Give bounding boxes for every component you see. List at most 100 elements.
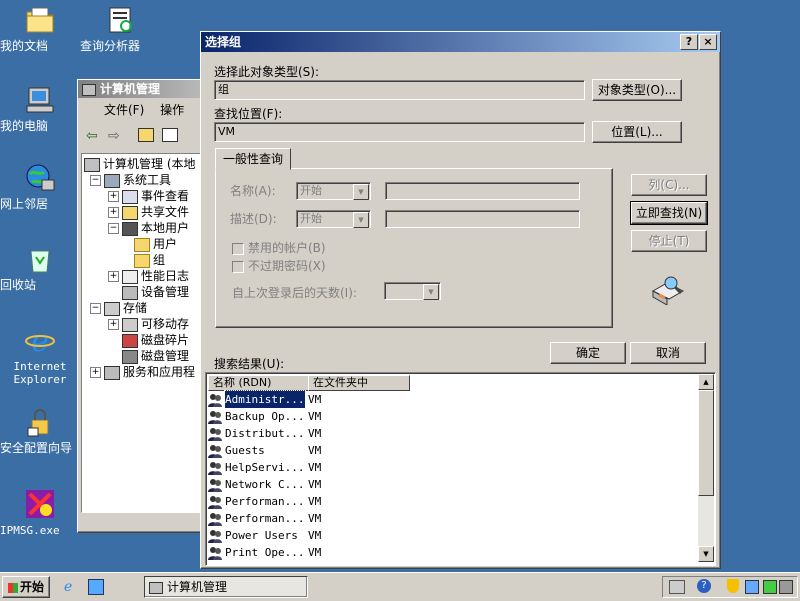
tree-item-disk-defragmenter[interactable]: 磁盘碎片 xyxy=(122,332,189,348)
network-tray-icon[interactable] xyxy=(669,580,685,594)
ok-button[interactable]: 确定 xyxy=(550,342,626,364)
desktop-icon-my-computer[interactable]: 我的电脑 xyxy=(0,84,80,133)
find-now-button[interactable]: 立即查找(N) xyxy=(630,201,708,225)
show-hide-tree-icon[interactable] xyxy=(162,128,178,142)
tree-item-computer-management[interactable]: 计算机管理 (本地 xyxy=(84,156,196,172)
tree-item-performance-logs[interactable]: + 性能日志 xyxy=(108,268,189,284)
help-tray-icon[interactable]: ? xyxy=(697,579,711,593)
tab-common-queries[interactable]: 一般性查询 xyxy=(215,148,291,170)
tree-item-removable-storage[interactable]: + 可移动存 xyxy=(108,316,189,332)
start-button[interactable]: 开始 xyxy=(2,576,50,598)
desktop-icon-security-wizard[interactable]: 安全配置向导 xyxy=(0,406,80,455)
table-row[interactable]: Guests VM xyxy=(208,442,321,459)
table-row[interactable]: Administr... VM xyxy=(208,390,321,409)
tree-item-storage[interactable]: − 存储 xyxy=(90,300,147,316)
columns-button[interactable]: 列(C)... xyxy=(631,174,707,196)
expand-icon[interactable]: + xyxy=(108,271,119,282)
mmc-title-bar[interactable]: 计算机管理 xyxy=(78,80,218,98)
expand-icon[interactable]: + xyxy=(90,367,101,378)
vertical-scrollbar[interactable]: ▲ ▼ xyxy=(698,374,714,562)
help-button[interactable]: ? xyxy=(680,34,698,50)
description-operator-select[interactable]: 开始 ▼ xyxy=(296,210,371,228)
description-value-field[interactable] xyxy=(385,210,580,228)
checkbox-box xyxy=(232,242,244,255)
group-name-cell: Administr... xyxy=(224,390,306,409)
column-header-folder[interactable]: 在文件夹中 xyxy=(308,375,410,391)
collapse-icon[interactable]: − xyxy=(90,303,101,314)
computer-management-icon xyxy=(84,157,100,172)
scroll-up-button[interactable]: ▲ xyxy=(698,374,714,390)
days-since-logon-select[interactable]: ▼ xyxy=(384,282,441,300)
object-types-button[interactable]: 对象类型(O)... xyxy=(592,79,682,101)
name-value-field[interactable] xyxy=(385,182,580,200)
group-folder-cell: VM xyxy=(308,461,322,474)
expand-icon[interactable]: + xyxy=(108,191,119,202)
folder-icon xyxy=(134,253,150,268)
tree-item-system-tools[interactable]: − 系统工具 xyxy=(90,172,171,188)
menu-action[interactable]: 操作 xyxy=(160,103,184,117)
tree-item-local-users[interactable]: − 本地用户 xyxy=(108,220,189,236)
quick-launch-ie-icon[interactable]: e xyxy=(64,579,72,595)
desktop-icon-recycle-bin[interactable]: 回收站 xyxy=(0,243,80,292)
non-expiring-password-checkbox[interactable]: 不过期密码(X) xyxy=(232,257,326,274)
up-folder-icon[interactable] xyxy=(138,128,154,142)
tree-item-shared-folders[interactable]: + 共享文件 xyxy=(108,204,189,220)
table-row[interactable]: Backup Op... VM xyxy=(208,408,321,425)
quick-launch-desktop-icon[interactable] xyxy=(88,579,104,595)
table-row[interactable]: Distribut... VM xyxy=(208,425,321,442)
select-group-dialog[interactable]: 选择组 ? × 选择此对象类型(S): 组 对象类型(O)... 查找位置(F)… xyxy=(200,31,721,569)
security-shield-icon[interactable] xyxy=(727,579,739,593)
group-icon xyxy=(208,410,222,424)
disabled-accounts-checkbox[interactable]: 禁用的帐户(B) xyxy=(232,239,326,256)
tree-item-device-manager[interactable]: 设备管理 xyxy=(122,284,189,300)
days-since-logon-label: 自上次登录后的天数(I): xyxy=(232,286,357,300)
scroll-thumb[interactable] xyxy=(698,390,714,496)
location-field: VM xyxy=(214,122,585,142)
table-row[interactable]: Network C... VM xyxy=(208,476,321,493)
table-row[interactable]: HelpServi... VM xyxy=(208,459,321,476)
forward-icon[interactable]: ⇨ xyxy=(108,128,120,144)
tree-item-services-apps[interactable]: + 服务和应用程 xyxy=(90,364,195,380)
expand-icon[interactable]: + xyxy=(108,207,119,218)
table-row[interactable]: Performan... VM xyxy=(208,493,321,510)
display-tray-icon[interactable] xyxy=(745,580,759,594)
group-name-cell: Network C... xyxy=(225,478,305,491)
scroll-down-button[interactable]: ▼ xyxy=(698,546,714,562)
desktop-icon-network[interactable]: 网上邻居 xyxy=(0,162,80,211)
locations-button[interactable]: 位置(L)... xyxy=(592,121,682,143)
sync-tray-icon[interactable] xyxy=(763,580,777,594)
name-operator-select[interactable]: 开始 ▼ xyxy=(296,182,371,200)
removable-storage-icon xyxy=(122,317,138,332)
collapse-icon[interactable]: − xyxy=(108,223,119,234)
taskbar-item-computer-management[interactable]: 计算机管理 xyxy=(144,576,308,598)
group-folder-cell: VM xyxy=(308,495,322,508)
table-row[interactable]: Print Ope... VM xyxy=(208,544,321,561)
desktop-icon-ipmsg[interactable]: IPMSG.exe xyxy=(0,488,80,537)
close-button[interactable]: × xyxy=(699,34,717,50)
storage-icon xyxy=(104,301,120,316)
checkbox-box xyxy=(232,260,244,273)
expand-icon[interactable]: + xyxy=(108,319,119,330)
table-row[interactable]: Performan... VM xyxy=(208,510,321,527)
event-viewer-icon xyxy=(122,189,138,204)
search-results-list[interactable]: 名称 (RDN) 在文件夹中 Administr... VM Backup Op..… xyxy=(205,372,716,566)
desktop-icon-query-analyzer[interactable]: 查询分析器 xyxy=(80,4,160,53)
tree-item-users[interactable]: 用户 xyxy=(134,236,177,252)
collapse-icon[interactable]: − xyxy=(90,175,101,186)
desktop-icon-internet-explorer[interactable]: e Internet Explorer xyxy=(0,324,80,386)
connection-tray-icon[interactable] xyxy=(779,580,793,594)
stop-button[interactable]: 停止(T) xyxy=(631,230,707,252)
group-name-cell: Distribut... xyxy=(225,427,305,440)
tree-item-disk-management[interactable]: 磁盘管理 xyxy=(122,348,189,364)
group-folder-cell: VM xyxy=(308,546,322,559)
cancel-button[interactable]: 取消 xyxy=(630,342,706,364)
dialog-title-bar[interactable]: 选择组 ? × xyxy=(201,32,720,52)
tree-item-groups[interactable]: 组 xyxy=(134,252,165,268)
column-header-name[interactable]: 名称 (RDN) xyxy=(208,375,310,391)
tree-item-event-viewer[interactable]: + 事件查看 xyxy=(108,188,189,204)
table-row[interactable]: Power Users VM xyxy=(208,527,321,544)
desktop-icon-my-documents[interactable]: 我的文档 xyxy=(0,4,80,53)
computer-management-window[interactable]: 计算机管理 文件(F) 操作 ⇦ ⇨ 计算机管理 (本地 − 系统工具 + 事件查看… xyxy=(77,79,219,533)
menu-file[interactable]: 文件(F) xyxy=(104,103,144,117)
back-icon[interactable]: ⇦ xyxy=(86,128,98,144)
